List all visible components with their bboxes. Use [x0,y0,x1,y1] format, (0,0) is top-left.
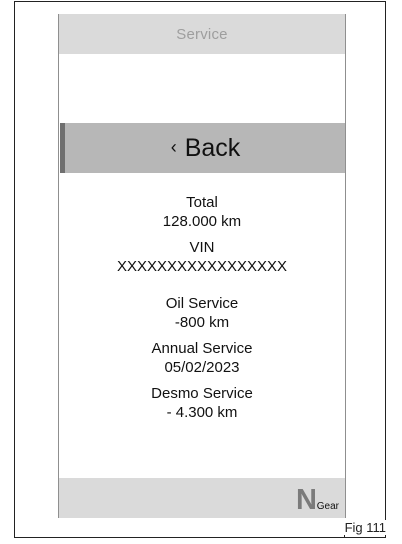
vin-value: XXXXXXXXXXXXXXXXX [116,258,288,275]
screen-header: Service [59,14,345,54]
vin-section: VIN XXXXXXXXXXXXXXXXX [59,238,345,276]
chevron-left-icon: ‹ [170,137,177,157]
total-value: 128.000 km [162,213,242,230]
annual-service-section: Annual Service 05/02/2023 [59,339,345,377]
page-title: Service [176,25,228,43]
gear-indicator: N [296,484,317,516]
annual-service-label: Annual Service [151,340,253,357]
total-label: Total [186,194,218,211]
total-section: Total 128.000 km [59,193,345,231]
desmo-service-value: - 4.300 km [166,404,238,421]
desmo-service-section: Desmo Service - 4.300 km [59,384,345,422]
service-info: Total 128.000 km VIN XXXXXXXXXXXXXXXXX O… [59,193,345,429]
annual-service-value: 05/02/2023 [164,359,240,376]
back-button[interactable]: ‹ Back [60,123,345,173]
figure-label: Fig 111 [342,520,386,535]
oil-service-value: -800 km [174,314,230,331]
service-screen: Service ‹ Back Total 128.000 km VIN XXXX… [58,14,346,518]
back-button-label: Back [184,133,241,162]
gear-label: Gear [316,501,339,512]
status-footer: N Gear [59,478,345,518]
vin-label: VIN [189,239,215,256]
desmo-service-label: Desmo Service [151,385,253,402]
oil-service-section: Oil Service -800 km [59,294,345,332]
oil-service-label: Oil Service [165,295,239,312]
